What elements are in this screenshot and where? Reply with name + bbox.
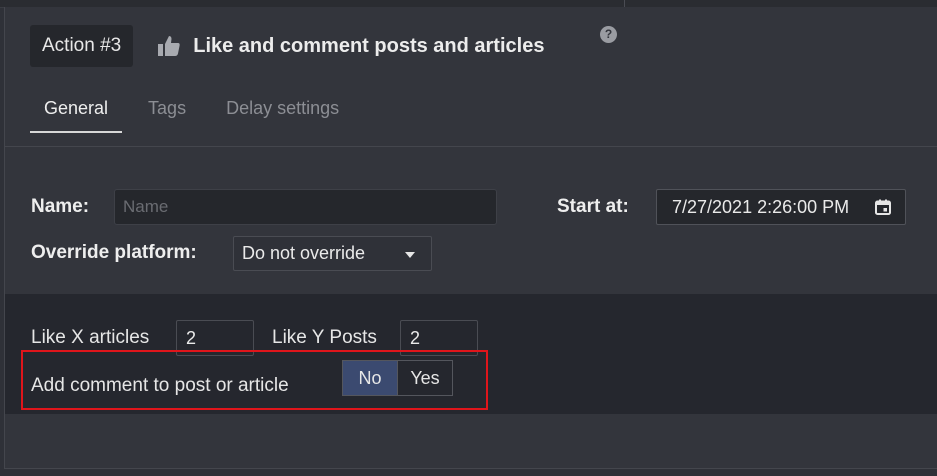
override-platform-label: Override platform: <box>31 242 197 263</box>
name-label: Name: <box>31 196 90 217</box>
tab-general[interactable]: General <box>30 93 123 133</box>
calendar-icon[interactable] <box>875 199 891 215</box>
like-posts-label: Like Y Posts <box>272 327 377 348</box>
top-bar-divider <box>624 0 625 7</box>
override-platform-select[interactable]: Do not override <box>233 236 432 271</box>
toggle-no-button[interactable]: No <box>343 361 397 395</box>
add-comment-toggle: No Yes <box>342 360 453 396</box>
start-at-value: 7/27/2021 2:26:00 PM <box>672 196 850 217</box>
like-articles-label: Like X articles <box>31 327 150 348</box>
tab-tags[interactable]: Tags <box>134 93 200 131</box>
start-at-datetime-input[interactable]: 7/27/2021 2:26:00 PM <box>656 189 906 225</box>
override-platform-value: Do not override <box>242 243 366 263</box>
add-comment-label: Add comment to post or article <box>31 375 289 396</box>
tab-delay-settings[interactable]: Delay settings <box>212 93 353 131</box>
tab-bar: General Tags Delay settings <box>30 93 353 133</box>
action-panel: Action #3 Like and comment posts and art… <box>4 7 937 469</box>
action-number-badge: Action #3 <box>30 25 134 67</box>
help-icon[interactable]: ? <box>600 26 617 43</box>
toggle-yes-button[interactable]: Yes <box>397 361 452 395</box>
name-input[interactable] <box>114 189 497 225</box>
action-header: Action #3 Like and comment posts and art… <box>30 25 544 67</box>
start-at-label: Start at: <box>557 196 629 217</box>
action-title: Like and comment posts and articles <box>193 34 545 57</box>
tab-divider <box>5 146 937 147</box>
like-settings-section: Like X articles Like Y Posts Add comment… <box>5 294 937 414</box>
chevron-down-icon <box>405 252 415 258</box>
thumbs-up-icon <box>158 36 180 56</box>
